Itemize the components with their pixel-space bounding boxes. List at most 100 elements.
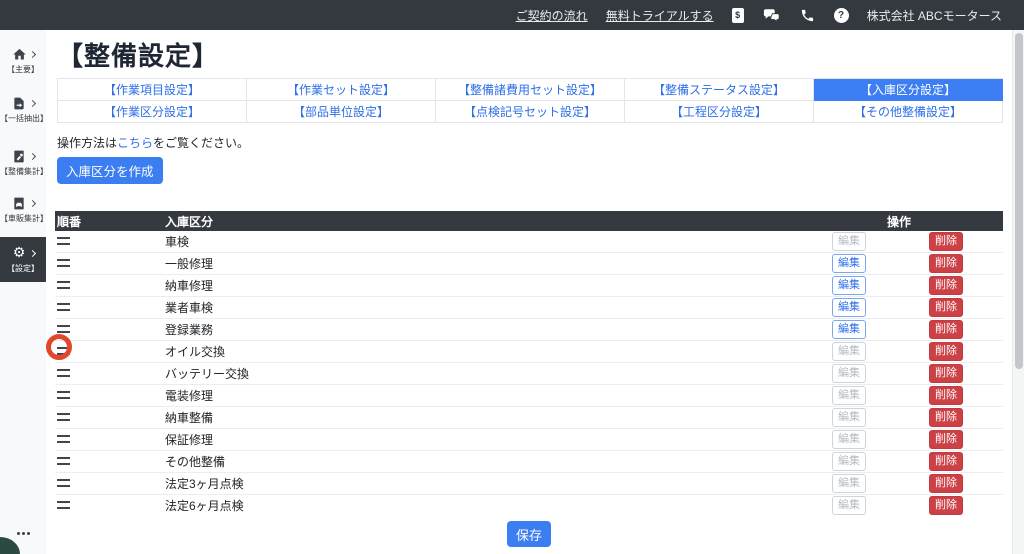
edit-button[interactable]: 編集 — [832, 276, 866, 294]
report-wrench-icon — [11, 148, 27, 164]
category-name: 車検 — [165, 233, 795, 250]
app-window: ご契約の流れ 無料トライアルする $ ? 株式会社 ABCモータース 【主要】【… — [0, 0, 1024, 554]
sidebar-item-label: 【整備集計】 — [0, 166, 46, 177]
instruction-suffix: をご覧ください。 — [153, 136, 249, 150]
tab-cell[interactable]: 【工程区分設定】 — [625, 101, 814, 123]
table-row: 車検 編集 削除 — [55, 231, 1003, 253]
delete-button[interactable]: 削除 — [929, 386, 963, 404]
drag-handle-icon[interactable] — [57, 413, 70, 421]
table-row: 法定6ヶ月点検編集削除 — [55, 495, 1003, 517]
sidebar-item-settings[interactable]: ⚙【設定】 — [0, 237, 46, 282]
table-row: 登録業務編集削除 — [55, 319, 1003, 341]
category-name: 業者車検 — [165, 299, 795, 316]
delete-button[interactable]: 削除 — [929, 496, 963, 514]
drag-handle-icon[interactable] — [57, 391, 70, 399]
edit-button[interactable]: 編集 — [832, 496, 866, 514]
main-content: 【整備設定】 【作業項目設定】【作業セット設定】【整備諸費用セット設定】【整備ス… — [46, 30, 1012, 554]
company-name: 株式会社 ABCモータース — [867, 7, 1002, 24]
table-body: 車検編集削除一般修理編集削除納車修理編集削除業者車検編集削除登録業務編集削除オイ… — [55, 231, 1003, 517]
tab-cell[interactable]: 【部品単位設定】 — [247, 101, 436, 123]
sidebar-item-maintenance-summary[interactable]: 【整備集計】 — [0, 146, 46, 177]
sidebar-item-label: 【車販集計】 — [0, 213, 46, 224]
drag-handle-icon[interactable] — [57, 457, 70, 465]
drag-handle-icon[interactable] — [57, 369, 70, 377]
tab-cell[interactable]: 【整備諸費用セット設定】 — [436, 79, 625, 101]
category-name: 電装修理 — [165, 387, 795, 404]
instruction-text: 操作方法はこちらをご覧ください。 — [57, 134, 249, 151]
invoice-icon[interactable]: $ — [732, 8, 744, 23]
tab-cell[interactable]: 【入庫区分設定】 — [814, 79, 1003, 101]
drag-handle-icon[interactable] — [57, 237, 70, 245]
drag-handle-icon[interactable] — [57, 347, 70, 355]
category-name: バッテリー交換 — [165, 365, 795, 382]
topbar: ご契約の流れ 無料トライアルする $ ? 株式会社 ABCモータース — [0, 0, 1024, 30]
sidebar-item-main[interactable]: 【主要】 — [0, 44, 46, 75]
delete-button[interactable]: 削除 — [929, 232, 963, 250]
table-row: 電装修理 編集 削除 — [55, 385, 1003, 407]
sidebar-item-batch-extract[interactable]: 【一括抽出】 — [0, 93, 46, 124]
edit-button[interactable]: 編集 — [832, 342, 866, 360]
delete-button[interactable]: 削除 — [929, 452, 963, 470]
save-button[interactable]: 保存 — [507, 521, 551, 547]
drag-handle-icon[interactable] — [57, 281, 70, 289]
edit-button[interactable]: 編集 — [832, 364, 866, 382]
tab-cell[interactable]: 【その他整備設定】 — [814, 101, 1003, 123]
order-column-header: 順番 — [55, 213, 165, 230]
free-trial-link[interactable]: 無料トライアルする — [606, 7, 714, 24]
tab-cell[interactable]: 【作業区分設定】 — [58, 101, 247, 123]
table-row: その他整備 編集 削除 — [55, 451, 1003, 473]
sidebar-item-car-sales-summary[interactable]: 【車販集計】 — [0, 193, 46, 224]
delete-button[interactable]: 削除 — [929, 298, 963, 316]
drag-handle-icon[interactable] — [57, 479, 70, 487]
tab-cell[interactable]: 【整備ステータス設定】 — [625, 79, 814, 101]
edit-button[interactable]: 編集 — [832, 298, 866, 316]
tab-cell[interactable]: 【作業セット設定】 — [247, 79, 436, 101]
category-name: 法定3ヶ月点検 — [165, 475, 795, 492]
delete-button[interactable]: 削除 — [929, 342, 963, 360]
delete-button[interactable]: 削除 — [929, 474, 963, 492]
chevron-right-icon — [29, 99, 36, 106]
table-row: 法定3ヶ月点検 編集 削除 — [55, 473, 1003, 495]
drag-handle-icon[interactable] — [57, 259, 70, 267]
category-name: オイル交換 — [165, 343, 795, 360]
chat-icon[interactable] — [763, 8, 781, 23]
drag-handle-icon[interactable] — [57, 501, 70, 509]
delete-button[interactable]: 削除 — [929, 276, 963, 294]
edit-button[interactable]: 編集 — [832, 430, 866, 448]
phone-icon[interactable] — [800, 8, 815, 23]
help-icon[interactable]: ? — [834, 8, 849, 23]
delete-button[interactable]: 削除 — [929, 320, 963, 338]
edit-button[interactable]: 編集 — [832, 408, 866, 426]
tab-cell[interactable]: 【作業項目設定】 — [58, 79, 247, 101]
category-table: 順番 入庫区分 操作 車検編集削除一般修理編集削除納車修理編集削除業者車検編集削… — [55, 211, 1003, 517]
topbar-icons: $ ? — [732, 8, 849, 23]
report-car-icon — [11, 195, 27, 211]
table-row: 業者車検 編集 削除 — [55, 297, 1003, 319]
edit-button[interactable]: 編集 — [832, 386, 866, 404]
delete-button[interactable]: 削除 — [929, 408, 963, 426]
help-link[interactable]: こちら — [117, 136, 153, 150]
edit-button[interactable]: 編集 — [832, 254, 866, 272]
edit-button[interactable]: 編集 — [832, 232, 866, 250]
category-name: 保証修理 — [165, 431, 795, 448]
edit-button[interactable]: 編集 — [832, 452, 866, 470]
category-name: その他整備 — [165, 453, 795, 470]
delete-button[interactable]: 削除 — [929, 254, 963, 272]
drag-handle-icon[interactable] — [57, 325, 70, 333]
tab-cell[interactable]: 【点検記号セット設定】 — [436, 101, 625, 123]
delete-button[interactable]: 削除 — [929, 364, 963, 382]
create-category-button[interactable]: 入庫区分を作成 — [57, 157, 163, 184]
delete-button[interactable]: 削除 — [929, 430, 963, 448]
home-icon — [11, 46, 27, 62]
edit-button[interactable]: 編集 — [832, 320, 866, 338]
scrollbar-thumb[interactable] — [1015, 33, 1023, 369]
table-row: 納車整備 編集 削除 — [55, 407, 1003, 429]
drag-handle-icon[interactable] — [57, 435, 70, 443]
actions-column-header: 操作 — [795, 213, 1003, 230]
category-name: 納車整備 — [165, 409, 795, 426]
page-title: 【整備設定】 — [57, 36, 219, 73]
scrollbar-track[interactable] — [1012, 30, 1024, 554]
contract-flow-link[interactable]: ご契約の流れ — [516, 7, 588, 24]
edit-button[interactable]: 編集 — [832, 474, 866, 492]
drag-handle-icon[interactable] — [57, 303, 70, 311]
